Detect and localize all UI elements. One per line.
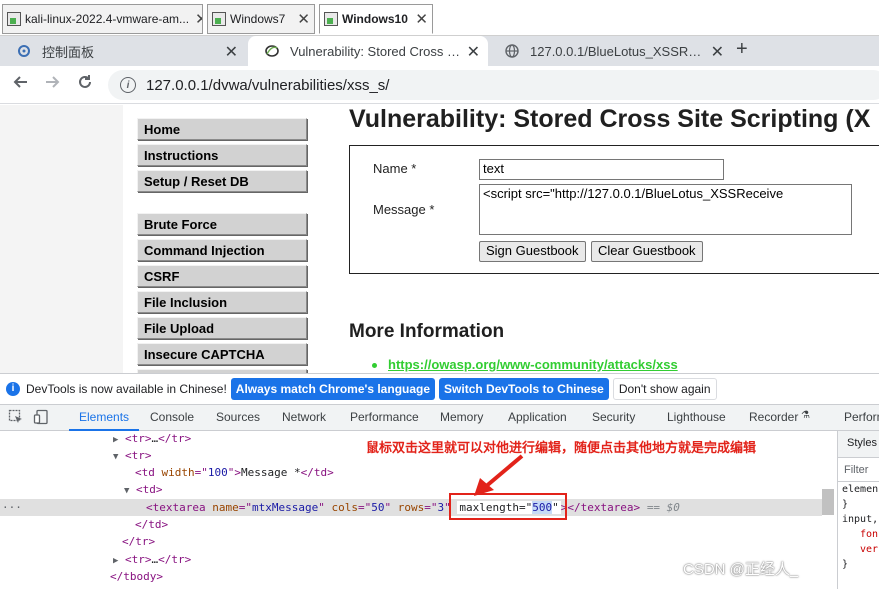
forward-arrow-icon[interactable]: [45, 74, 61, 95]
vm-icon: [7, 12, 21, 26]
devtools-tab-memory[interactable]: Memory: [440, 410, 483, 424]
sign-guestbook-button[interactable]: Sign Guestbook: [479, 241, 586, 262]
device-toolbar-icon[interactable]: [33, 409, 49, 425]
flask-icon: ⚗: [801, 410, 810, 421]
menu-setup[interactable]: Setup / Reset DB: [137, 170, 307, 192]
dvwa-icon: [264, 43, 280, 59]
styles-filter-input[interactable]: Filter: [838, 458, 879, 482]
address-text: 127.0.0.1/dvwa/vulnerabilities/xss_s/: [146, 76, 390, 94]
devtools-tab-network[interactable]: Network: [282, 410, 326, 424]
highlight-box: [449, 493, 567, 520]
close-icon[interactable]: ✕: [711, 42, 724, 62]
vm-tab-label: Windows10: [342, 12, 408, 26]
devtools-language-notice: i DevTools is now available in Chinese! …: [0, 373, 879, 403]
close-icon[interactable]: ✕: [291, 10, 310, 28]
style-rule-selector: input,: [842, 514, 879, 525]
owasp-xss-link[interactable]: https://owasp.org/www-community/attacks/…: [388, 357, 678, 372]
styles-pane: Styles Filter elemen } input, fon ver }: [837, 431, 879, 589]
style-property: fon: [860, 529, 879, 540]
menu-brute-force[interactable]: Brute Force: [137, 213, 307, 235]
back-arrow-icon[interactable]: [12, 74, 28, 95]
tab-label: Vulnerability: Stored Cross Site: [290, 43, 466, 59]
switch-to-chinese-button[interactable]: Switch DevTools to Chinese: [439, 377, 609, 400]
tab-bluelotus[interactable]: 127.0.0.1/BlueLotus_XSSReceiv ✕: [488, 36, 732, 66]
reload-icon[interactable]: [77, 74, 93, 95]
elements-scrollbar[interactable]: [822, 489, 834, 515]
bullet-icon: [372, 363, 377, 368]
control-panel-icon: [16, 43, 32, 59]
collapse-triangle-icon[interactable]: ▼: [113, 452, 118, 462]
page-left-margin: [0, 105, 123, 373]
tab-label: 控制面板: [42, 44, 95, 60]
vm-tab-kali[interactable]: kali-linux-2022.4-vmware-am... ✕: [2, 4, 203, 34]
style-rule-close: }: [842, 559, 849, 570]
close-icon[interactable]: ✕: [467, 42, 480, 62]
expand-triangle-icon[interactable]: ▶: [113, 435, 118, 445]
menu-instructions[interactable]: Instructions: [137, 144, 307, 166]
devtools-tab-recorder[interactable]: Recorder: [749, 410, 798, 424]
devtools-tab-lighthouse[interactable]: Lighthouse: [667, 410, 726, 424]
devtools-tab-performance-insights[interactable]: Perforn: [844, 410, 879, 424]
vm-tab-label: Windows7: [230, 12, 286, 26]
more-info-heading: More Information: [349, 321, 505, 342]
vm-icon: [212, 12, 226, 26]
devtools-tab-sources[interactable]: Sources: [216, 410, 260, 424]
vmware-tab-bar: kali-linux-2022.4-vmware-am... ✕ Windows…: [0, 0, 879, 36]
tab-vulnerability[interactable]: Vulnerability: Stored Cross Site ✕: [248, 36, 488, 66]
devtools-tab-bar: Elements Console Sources Network Perform…: [0, 404, 879, 431]
clear-guestbook-button[interactable]: Clear Guestbook: [591, 241, 703, 262]
devtools-tab-performance[interactable]: Performance: [350, 410, 419, 424]
menu-insecure-captcha[interactable]: Insecure CAPTCHA: [137, 343, 307, 365]
inspect-element-icon[interactable]: [8, 409, 24, 425]
notice-message: DevTools is now available in Chinese!: [26, 381, 227, 396]
devtools-tab-elements[interactable]: Elements: [79, 410, 129, 424]
dom-node-td-close[interactable]: </td>: [0, 516, 822, 533]
annotation-text: 鼠标双击这里就可以对他进行编辑，随便点击其他地方就是完成编辑: [366, 441, 757, 456]
close-icon[interactable]: ✕: [225, 42, 238, 62]
style-property: ver: [860, 544, 879, 555]
vm-icon: [324, 12, 338, 26]
globe-icon: [504, 43, 520, 59]
annotation-arrow-icon: [474, 454, 524, 496]
page-viewport: Home Instructions Setup / Reset DB Brute…: [0, 105, 879, 373]
dom-node-td[interactable]: ▼ <td>: [0, 481, 822, 498]
menu-home[interactable]: Home: [137, 118, 307, 140]
site-info-icon[interactable]: i: [120, 77, 136, 93]
always-match-language-button[interactable]: Always match Chrome's language: [230, 377, 436, 400]
close-icon[interactable]: ✕: [189, 10, 202, 28]
menu-file-inclusion[interactable]: File Inclusion: [137, 291, 307, 313]
style-rule-selector: elemen: [842, 484, 879, 495]
tab-control-panel[interactable]: 控制面板 ✕: [0, 36, 246, 66]
menu-file-upload[interactable]: File Upload: [137, 317, 307, 339]
close-icon[interactable]: ✕: [409, 10, 428, 28]
vm-tab-windows7[interactable]: Windows7 ✕: [207, 4, 315, 34]
devtools-tab-application[interactable]: Application: [508, 410, 567, 424]
dom-node-tr-close[interactable]: </tr>: [0, 533, 822, 550]
name-input[interactable]: text: [479, 159, 724, 180]
guestbook-form: Name * text Message * <script src="http:…: [349, 145, 879, 274]
dom-node-textarea-selected[interactable]: ··· <textarea name="mtxMessage" cols="50…: [0, 499, 822, 516]
collapse-triangle-icon[interactable]: ▼: [124, 486, 129, 496]
info-icon: i: [6, 381, 20, 396]
name-label: Name *: [373, 161, 417, 176]
tab-label: 127.0.0.1/BlueLotus_XSSReceiv: [530, 43, 706, 59]
csdn-watermark: CSDN @正经人_: [683, 561, 799, 578]
styles-tab[interactable]: Styles: [838, 431, 879, 458]
address-bar[interactable]: i 127.0.0.1/dvwa/vulnerabilities/xss_s/: [108, 70, 879, 100]
new-tab-button[interactable]: +: [736, 38, 748, 61]
menu-command-injection[interactable]: Command Injection: [137, 239, 307, 261]
menu-csrf[interactable]: CSRF: [137, 265, 307, 287]
vm-tab-label: kali-linux-2022.4-vmware-am...: [25, 12, 190, 26]
devtools-tab-console[interactable]: Console: [150, 410, 194, 424]
devtools-tab-security[interactable]: Security: [592, 410, 635, 424]
message-textarea[interactable]: <script src="http://127.0.0.1/BlueLotus_…: [479, 184, 852, 235]
page-title: Vulnerability: Stored Cross Site Scripti…: [349, 105, 871, 133]
browser-toolbar: i 127.0.0.1/dvwa/vulnerabilities/xss_s/: [0, 66, 879, 104]
dom-node-td-label[interactable]: <td width="100">Message *</td>: [0, 464, 822, 481]
message-label: Message *: [373, 202, 435, 217]
expand-triangle-icon[interactable]: ▶: [113, 556, 118, 566]
vm-tab-windows10[interactable]: Windows10 ✕: [319, 4, 433, 34]
dont-show-again-button[interactable]: Don't show again: [612, 377, 717, 400]
style-rule-close: }: [842, 499, 849, 510]
